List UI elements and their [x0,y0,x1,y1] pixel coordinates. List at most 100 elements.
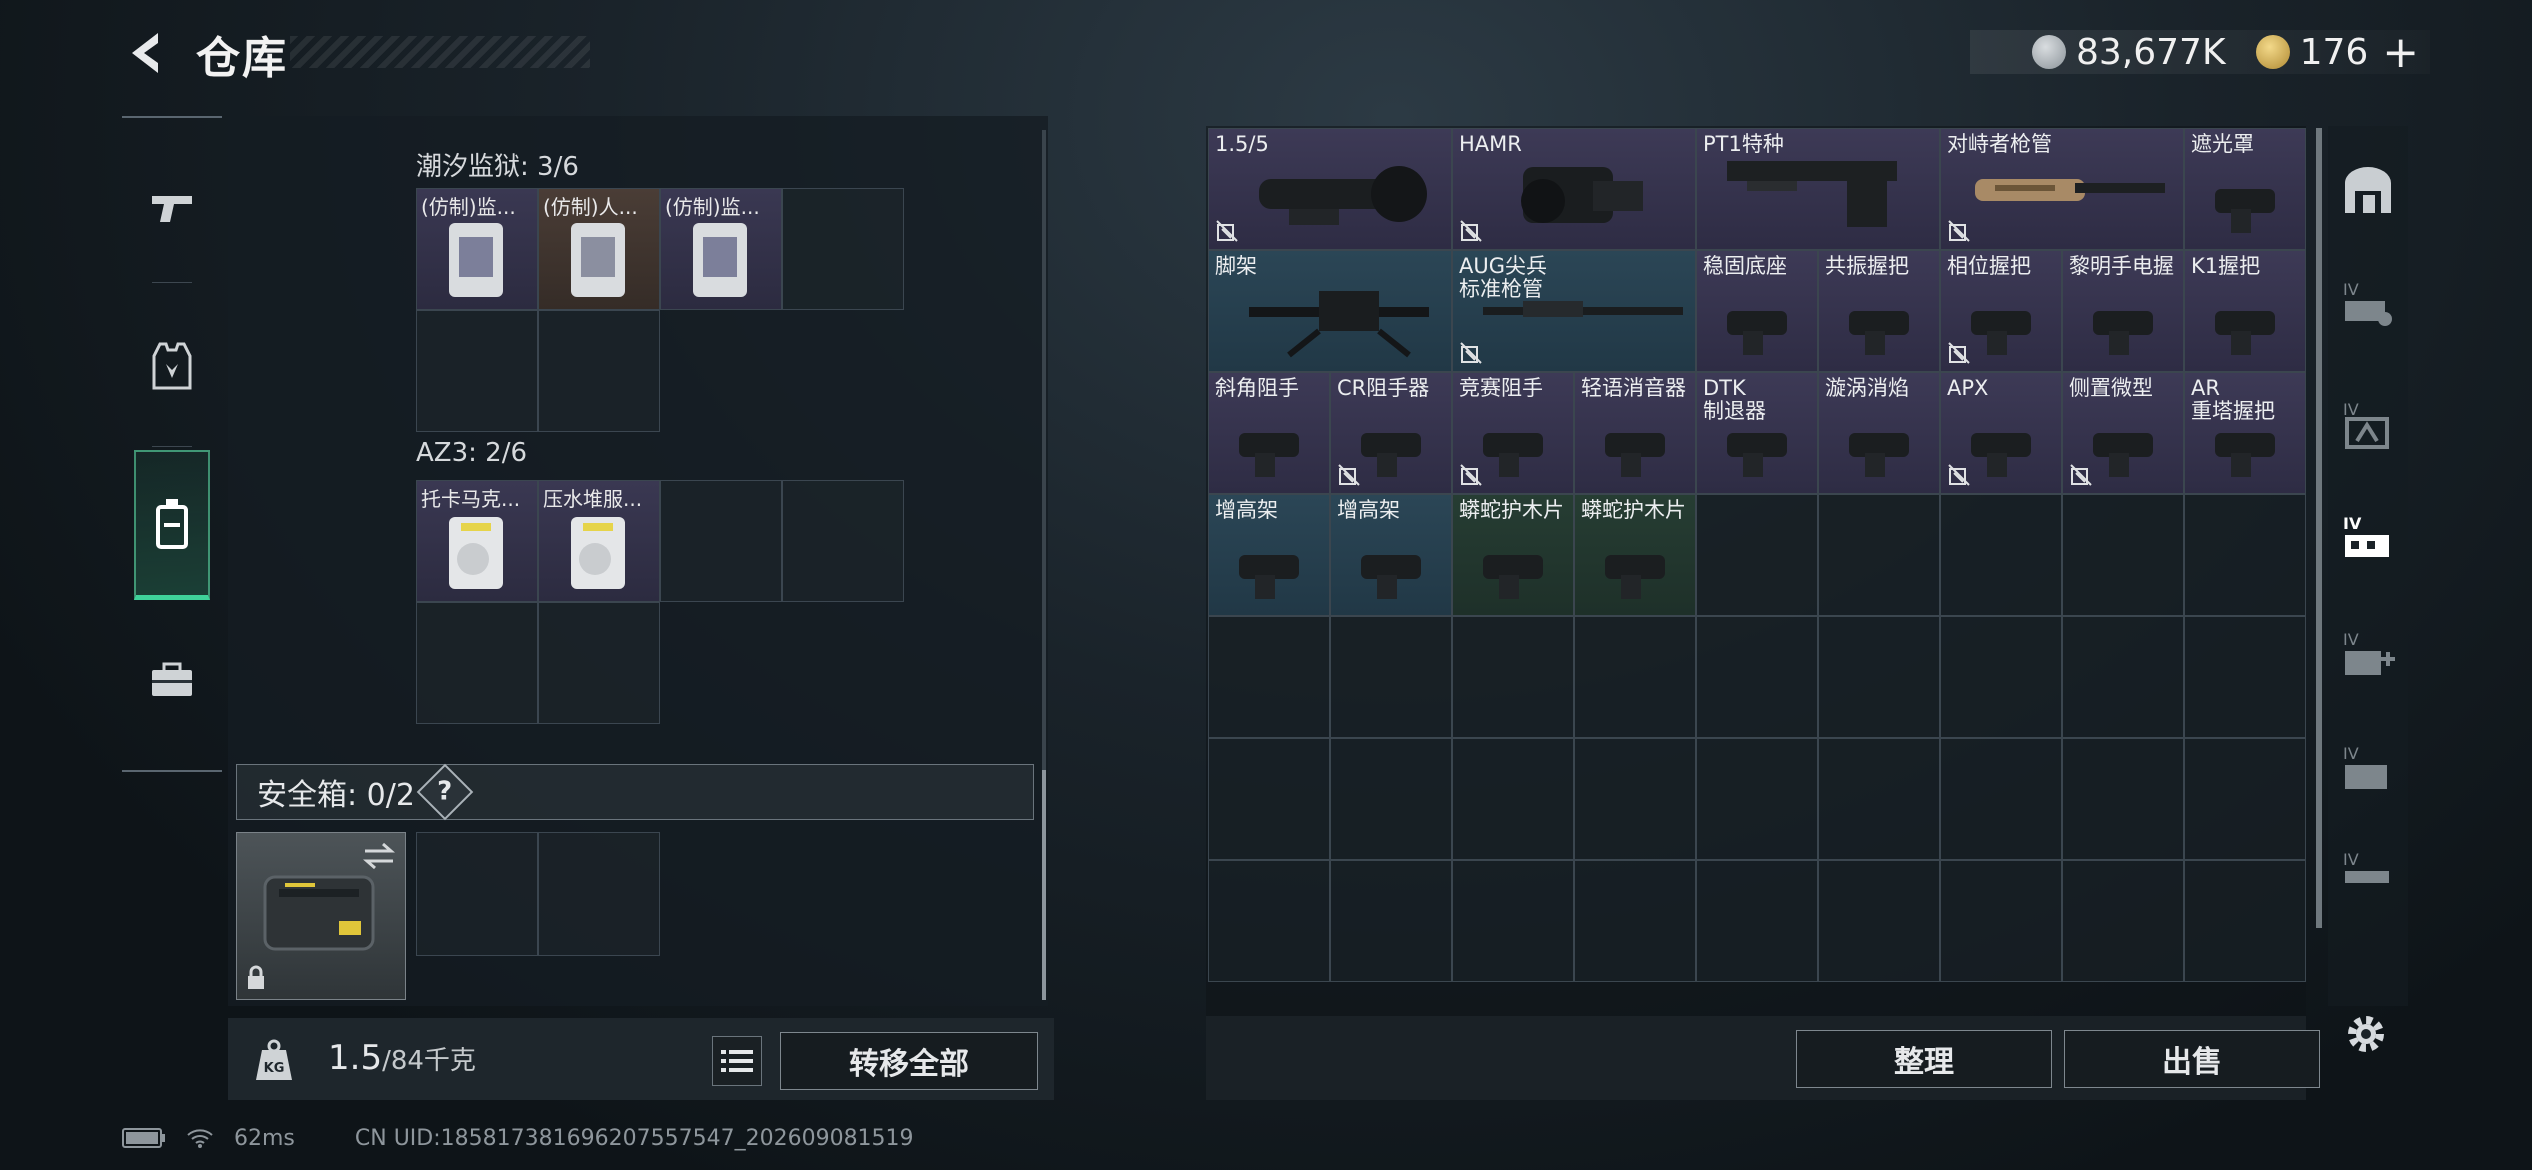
filter-slot-3-active[interactable]: IV [2336,496,2400,580]
container-item[interactable]: (仿制)监... [416,188,538,310]
empty-slot[interactable] [660,480,782,602]
empty-slot[interactable] [1696,860,1818,982]
empty-slot[interactable] [1696,616,1818,738]
empty-slot[interactable] [1818,738,1940,860]
empty-slot[interactable] [538,310,660,432]
inventory-item[interactable]: CR阻手器 [1330,372,1452,494]
inventory-item[interactable]: 对峙者枪管 [1940,128,2184,250]
inventory-scrollbar[interactable] [2316,128,2322,928]
empty-slot[interactable] [2062,738,2184,860]
inventory-item[interactable]: 蟒蛇护木片 [1452,494,1574,616]
inventory-item[interactable]: DTK 制退器 [1696,372,1818,494]
empty-slot[interactable] [2062,494,2184,616]
empty-slot[interactable] [538,602,660,724]
transfer-all-button[interactable]: 转移全部 [780,1032,1038,1090]
inventory-item[interactable]: 遮光罩 [2184,128,2306,250]
empty-slot[interactable] [2184,494,2306,616]
container-item[interactable]: 压水堆服... [538,480,660,602]
inventory-item[interactable]: PT1特种 [1696,128,1940,250]
settings-button[interactable] [2336,1004,2396,1064]
back-button[interactable] [118,22,174,84]
inventory-item[interactable]: 竞赛阻手 [1452,372,1574,494]
inventory-item[interactable]: 增高架 [1208,494,1330,616]
empty-slot[interactable] [1208,738,1330,860]
filter-slot-5[interactable]: IV [2336,726,2400,810]
inventory-item[interactable]: K1握把 [2184,250,2306,372]
empty-slot[interactable] [1208,860,1330,982]
empty-slot[interactable] [1940,494,2062,616]
empty-slot[interactable] [2062,616,2184,738]
category-cases[interactable] [134,642,210,718]
safe-box-item[interactable] [236,832,406,1000]
inventory-item[interactable]: APX [1940,372,2062,494]
storage-scrollbar[interactable] [1042,130,1046,1000]
category-weapons[interactable] [134,170,210,246]
empty-slot[interactable] [1330,738,1452,860]
filter-slot-4[interactable]: IV [2336,612,2400,696]
category-equipment[interactable] [134,328,210,404]
filter-slot-1[interactable]: IV [2336,262,2400,346]
empty-slot[interactable] [1818,860,1940,982]
container-item[interactable]: (仿制)监... [660,188,782,310]
empty-slot[interactable] [1696,494,1818,616]
svg-text:IV: IV [2343,400,2359,419]
empty-slot[interactable] [782,480,904,602]
empty-slot[interactable] [1330,860,1452,982]
empty-slot[interactable] [1452,738,1574,860]
empty-slot[interactable] [1452,860,1574,982]
item-label: 竞赛阻手 [1459,376,1543,400]
inventory-item[interactable]: 轻语消音器 [1574,372,1696,494]
empty-slot[interactable] [416,310,538,432]
filter-slot-2[interactable]: IV [2336,382,2400,466]
inventory-item[interactable]: 共振握把 [1818,250,1940,372]
empty-slot[interactable] [782,188,904,310]
inventory-item[interactable]: AUG尖兵 标准枪管 [1452,250,1696,372]
weight-icon: KG [248,1034,300,1086]
empty-slot[interactable] [1574,738,1696,860]
empty-slot[interactable] [1940,616,2062,738]
empty-slot[interactable] [1208,616,1330,738]
empty-slot[interactable] [1940,738,2062,860]
empty-slot[interactable] [416,832,538,956]
container-item[interactable]: 托卡马克... [416,480,538,602]
inventory-item[interactable]: AR 重塔握把 [2184,372,2306,494]
inventory-item[interactable]: 蟒蛇护木片 [1574,494,1696,616]
empty-slot[interactable] [1940,860,2062,982]
empty-slot[interactable] [1818,616,1940,738]
currency-coins-value: 83,677K [2076,31,2226,73]
inventory-item[interactable]: 斜角阻手 [1208,372,1330,494]
empty-slot[interactable] [1574,860,1696,982]
empty-slot[interactable] [1574,616,1696,738]
empty-slot[interactable] [1818,494,1940,616]
inventory-item[interactable]: 稳固底座 [1696,250,1818,372]
add-currency-button[interactable]: + [2382,27,2419,78]
inventory-item[interactable]: 增高架 [1330,494,1452,616]
sort-button[interactable]: 整理 [1796,1030,2052,1088]
empty-slot[interactable] [1330,616,1452,738]
empty-slot[interactable] [2184,860,2306,982]
empty-slot[interactable] [538,832,660,956]
category-backpack[interactable] [134,450,210,600]
list-view-button[interactable] [712,1036,762,1086]
container-item[interactable]: (仿制)人... [538,188,660,310]
inventory-item[interactable]: HAMR [1452,128,1696,250]
inventory-item[interactable]: 漩涡消焰 [1818,372,1940,494]
filter-slot-6[interactable]: IV [2336,832,2400,916]
inventory-item[interactable]: 黎明手电握 [2062,250,2184,372]
help-button[interactable]: ? [416,763,474,821]
inventory-item[interactable]: 侧置微型 [2062,372,2184,494]
empty-slot[interactable] [2062,860,2184,982]
empty-slot[interactable] [416,602,538,724]
empty-slot[interactable] [2184,616,2306,738]
empty-slot[interactable] [1696,738,1818,860]
premium-coin-icon [2255,35,2290,69]
inventory-item[interactable]: 相位握把 [1940,250,2062,372]
empty-slot[interactable] [2184,738,2306,860]
sell-button[interactable]: 出售 [2064,1030,2320,1088]
filter-all[interactable] [2336,148,2400,232]
item-label: 增高架 [1337,498,1400,522]
inventory-item[interactable]: 1.5/5 [1208,128,1452,250]
inventory-item[interactable]: 脚架 [1208,250,1452,372]
locked-icon [1947,463,1971,487]
empty-slot[interactable] [1452,616,1574,738]
